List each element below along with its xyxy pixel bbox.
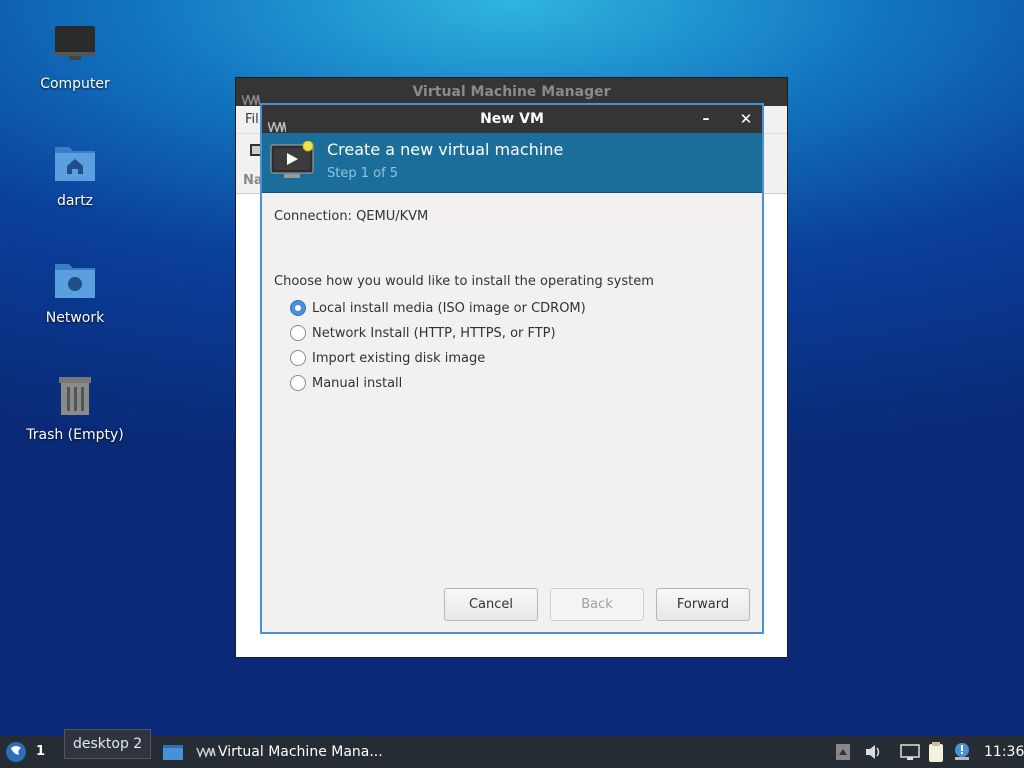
network-folder-icon [51, 256, 99, 304]
desktop-icon-label: dartz [56, 193, 94, 209]
install-method-prompt: Choose how you would like to install the… [274, 274, 654, 289]
back-button[interactable]: Back [550, 588, 644, 621]
new-vm-dialog: New VM – ✕ Create a new virtual machine … [260, 103, 764, 634]
desktop-icon-network[interactable]: Network [20, 256, 130, 326]
home-folder-icon [51, 139, 99, 187]
radio-option-local-media[interactable]: Local install media (ISO image or CDROM) [290, 298, 586, 318]
dialog-title: New VM [480, 111, 544, 127]
vmm-title: Virtual Machine Manager [412, 84, 611, 100]
start-menu-icon[interactable] [4, 736, 28, 768]
network-status-icon[interactable] [900, 736, 920, 768]
desktop-icon-computer[interactable]: Computer [20, 22, 130, 92]
radio-button[interactable] [290, 375, 306, 391]
radio-label: Local install media (ISO image or CDROM) [312, 300, 586, 316]
desktop-folder-icon[interactable] [162, 736, 184, 768]
clock[interactable]: 11:36 [984, 736, 1024, 768]
radio-option-import-disk[interactable]: Import existing disk image [290, 348, 485, 368]
vmm-logo-icon [241, 87, 261, 115]
trash-icon [51, 373, 99, 421]
radio-label: Manual install [312, 375, 403, 391]
taskbar: 1 Virtual Machine Mana... 11:36 [0, 736, 1024, 768]
vmm-taskbar-icon [196, 736, 216, 768]
radio-label: Import existing disk image [312, 350, 486, 366]
vmm-titlebar[interactable]: Virtual Machine Manager [236, 78, 787, 108]
update-notification-icon[interactable] [952, 736, 972, 768]
wizard-step: Step 1 of 5 [327, 166, 399, 181]
clipboard-icon[interactable] [926, 736, 946, 768]
forward-button[interactable]: Forward [656, 588, 750, 621]
radio-option-network-install[interactable]: Network Install (HTTP, HTTPS, or FTP) [290, 323, 556, 343]
wizard-header: Create a new virtual machine Step 1 of 5 [262, 133, 762, 193]
radio-label: Network Install (HTTP, HTTPS, or FTP) [312, 325, 556, 341]
dialog-titlebar[interactable]: New VM – ✕ [262, 105, 762, 135]
desktop-icon-label: Trash (Empty) [26, 427, 124, 443]
taskbar-window-button[interactable]: Virtual Machine Mana... [218, 736, 383, 768]
desktop-icon-label: Computer [40, 76, 110, 92]
radio-button[interactable] [290, 325, 306, 341]
wizard-title: Create a new virtual machine [327, 140, 564, 159]
desktop-icon-trash[interactable]: Trash (Empty) [20, 373, 130, 443]
radio-button-selected[interactable] [290, 300, 306, 316]
workspace-number[interactable]: 1 [36, 736, 52, 768]
cancel-button[interactable]: Cancel [444, 588, 538, 621]
radio-option-manual[interactable]: Manual install [290, 373, 402, 393]
radio-button[interactable] [290, 350, 306, 366]
minimize-button[interactable]: – [696, 105, 716, 133]
computer-icon [51, 22, 99, 70]
desktop-icon-home-folder[interactable]: dartz [20, 139, 130, 209]
scroll-up-icon[interactable] [836, 736, 850, 768]
new-vm-monitor-icon [270, 140, 316, 185]
close-button[interactable]: ✕ [736, 105, 756, 133]
connection-label: Connection: QEMU/KVM [274, 209, 429, 224]
volume-icon[interactable] [864, 736, 882, 768]
workspace-tooltip: desktop 2 [64, 729, 152, 759]
desktop-icon-label: Network [45, 310, 105, 326]
